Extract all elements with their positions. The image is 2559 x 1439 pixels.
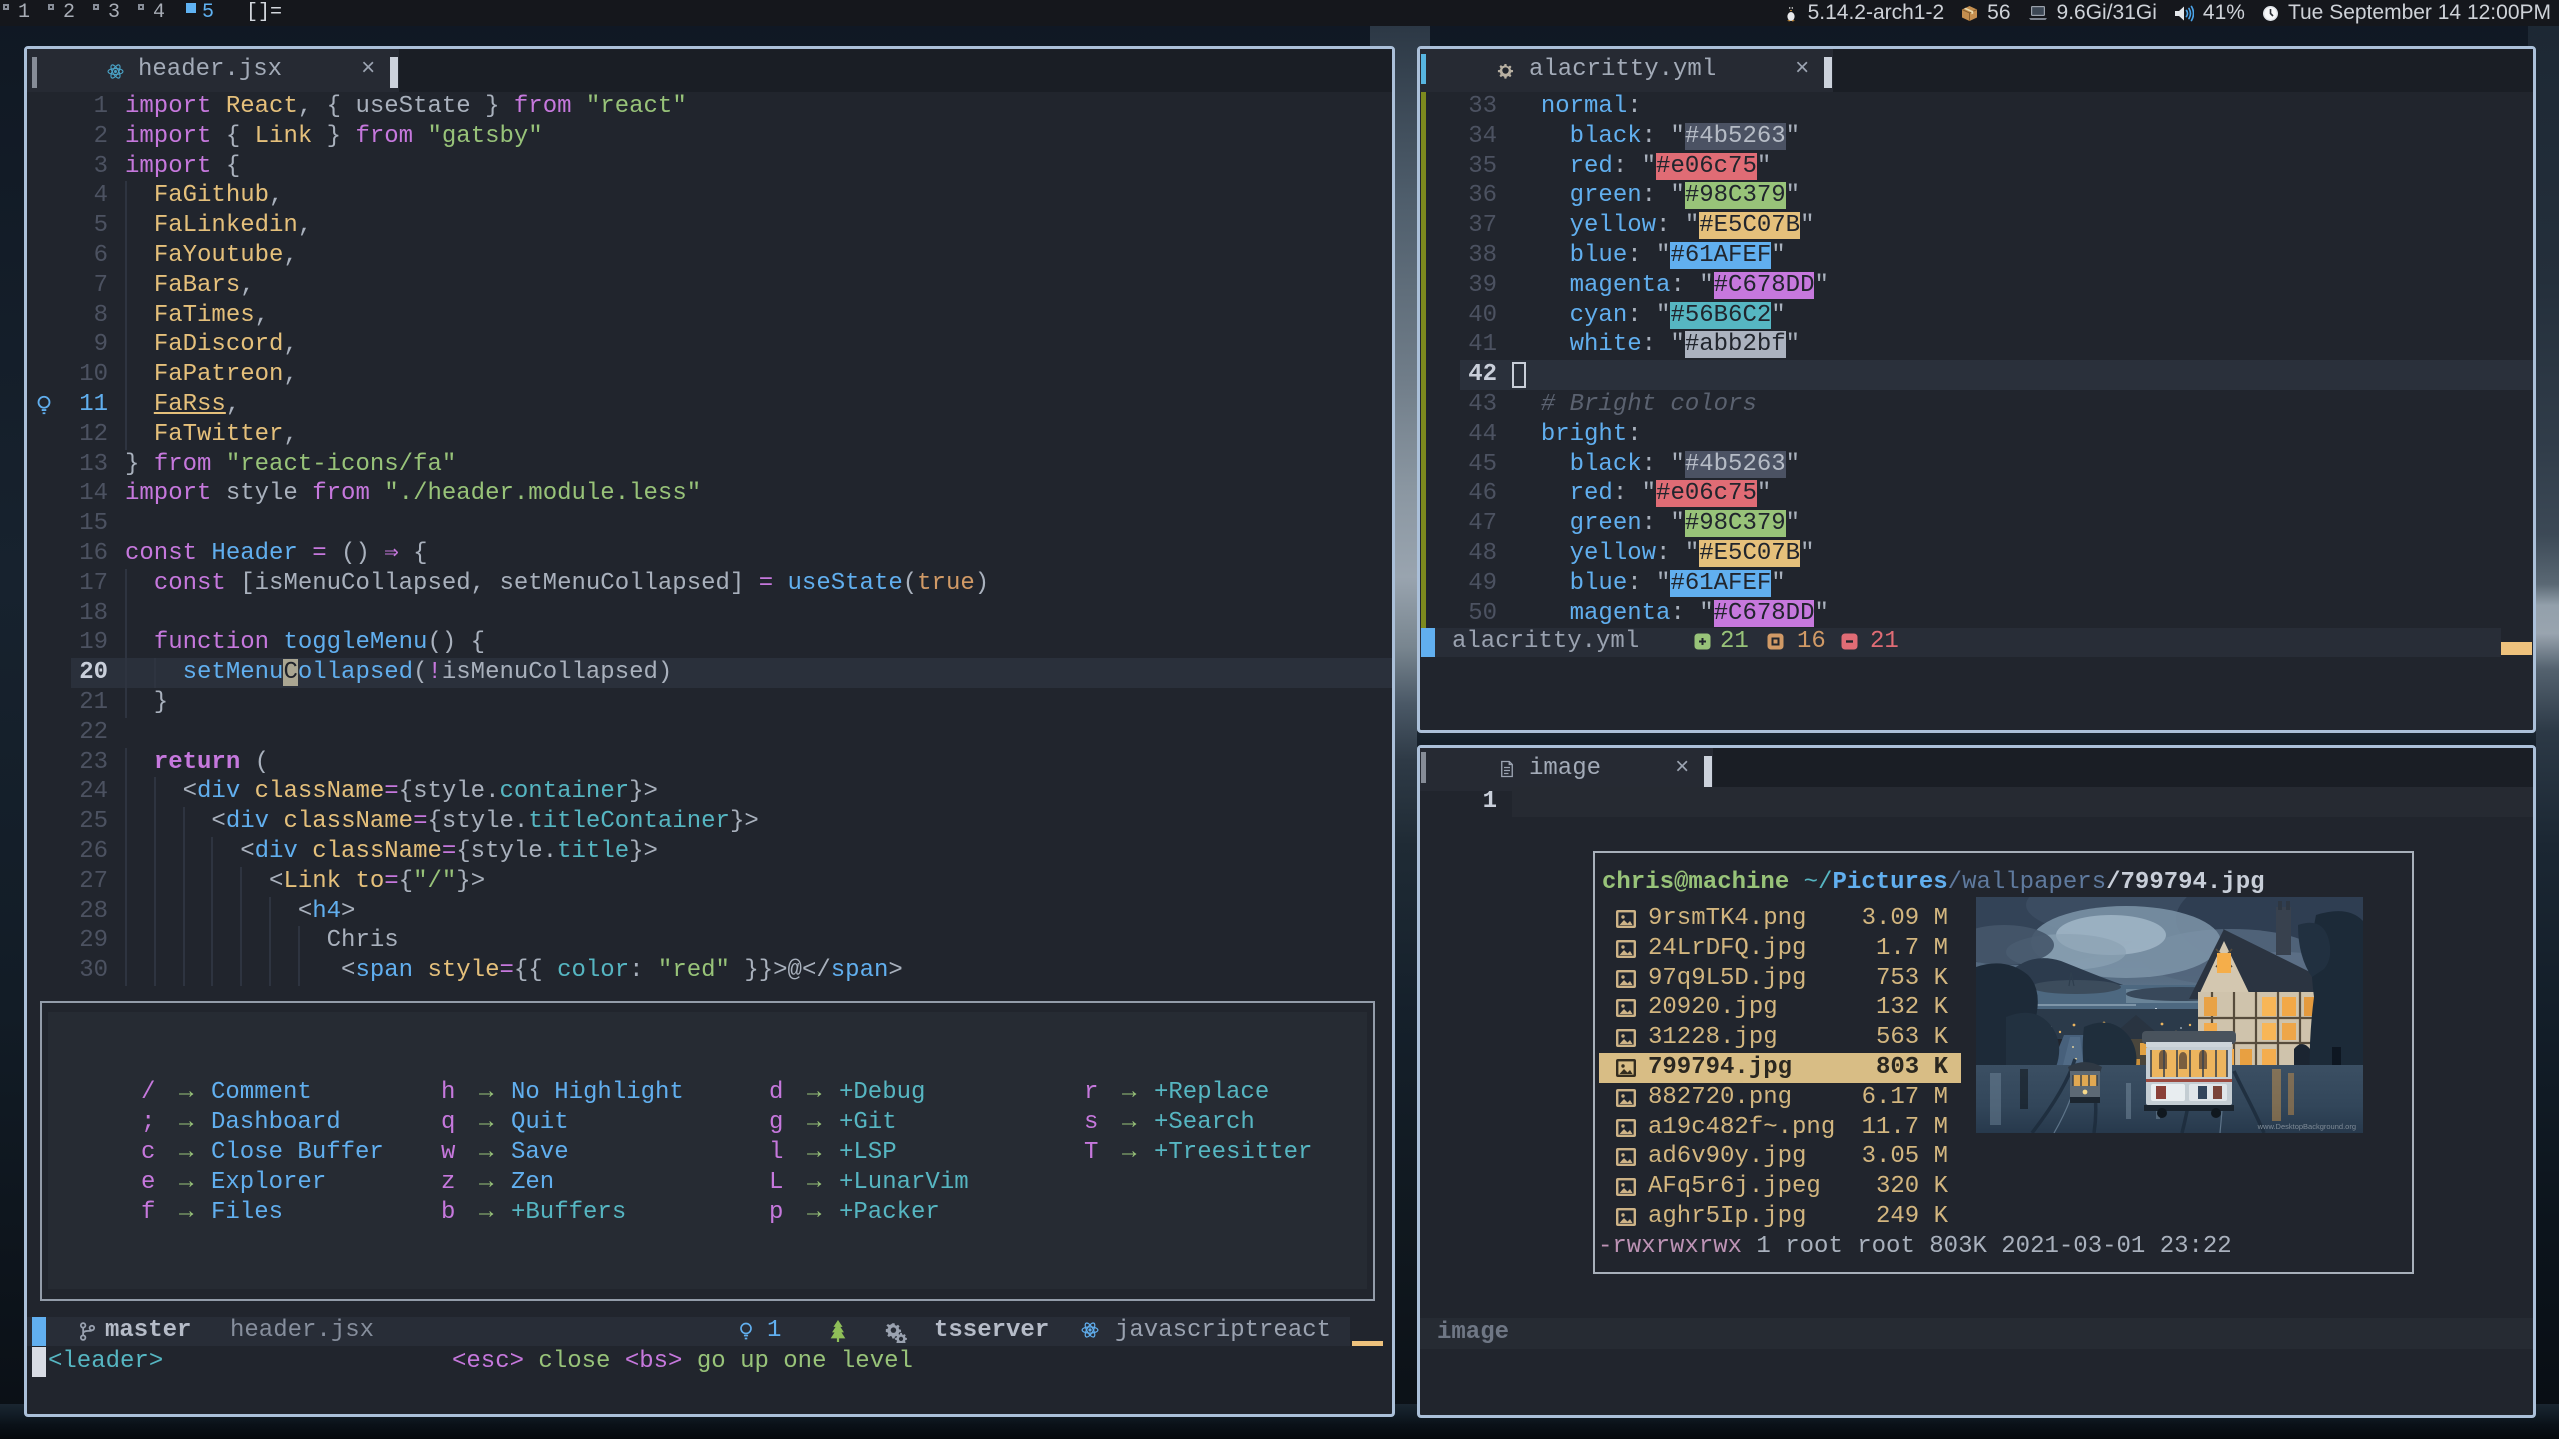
svg-text:www.DesktopBackground.org: www.DesktopBackground.org [2257, 1122, 2356, 1131]
